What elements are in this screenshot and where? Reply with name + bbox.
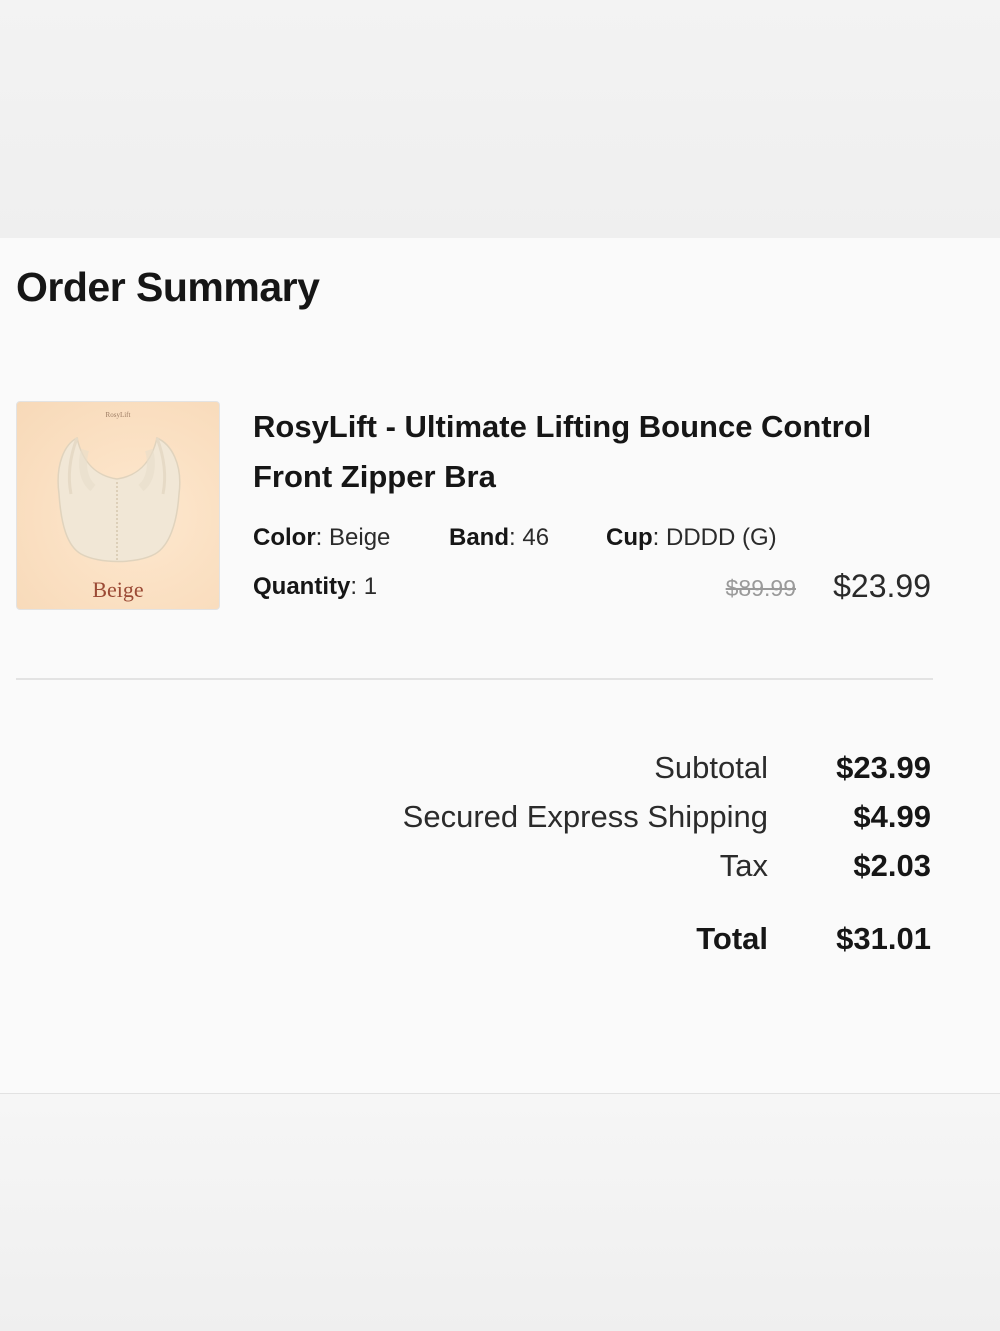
- page-title: Order Summary: [16, 264, 320, 310]
- product-color: Color: Beige: [253, 524, 391, 551]
- subtotal-value: $23.99: [836, 750, 931, 785]
- product-color-label: Color: [253, 524, 316, 551]
- product-band: Band: 46: [449, 524, 550, 551]
- product-image: RosyLift Beige: [16, 401, 220, 610]
- tax-value: $2.03: [853, 848, 931, 883]
- product-name: RosyLift - Ultimate Lifting Bounce Contr…: [253, 409, 872, 494]
- product-quantity-value: 1: [363, 573, 378, 600]
- sale-price: $23.99: [833, 568, 931, 604]
- shipping-label: Secured Express Shipping: [402, 799, 768, 834]
- top-background-band: [0, 0, 1000, 238]
- subtotal-label: Subtotal: [654, 750, 768, 785]
- tax-label: Tax: [719, 848, 768, 883]
- product-quantity-label: Quantity: [253, 573, 351, 600]
- bra-illustration: [57, 436, 181, 563]
- summary-divider: [16, 678, 933, 680]
- product-band-value: 46: [522, 524, 550, 551]
- shipping-value: $4.99: [853, 799, 931, 834]
- order-summary-panel: [0, 238, 1000, 1093]
- bottom-background-band: [0, 1093, 1000, 1331]
- total-label: Total: [696, 921, 768, 956]
- product-cup: Cup: DDDD (G): [606, 524, 777, 551]
- product-image-brand: RosyLift: [105, 411, 131, 419]
- product-cup-value: DDDD (G): [666, 524, 777, 551]
- product-quantity: Quantity: 1: [253, 573, 378, 600]
- product-cup-label: Cup: [606, 524, 653, 551]
- product-color-value: Beige: [329, 524, 391, 551]
- total-value: $31.01: [836, 921, 931, 956]
- product-band-label: Band: [449, 524, 509, 551]
- original-price: $89.99: [725, 575, 796, 601]
- product-image-color-label: Beige: [92, 577, 144, 602]
